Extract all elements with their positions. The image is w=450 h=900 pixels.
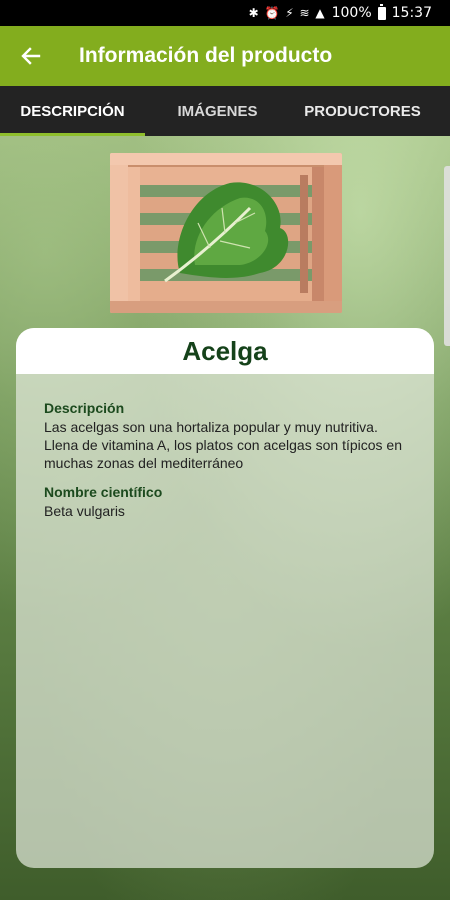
page-title: Información del producto xyxy=(79,44,333,67)
scientific-name-field: Nombre científico Beta vulgaris xyxy=(44,484,406,520)
field-label: Nombre científico xyxy=(44,484,163,500)
tab-imagenes[interactable]: IMÁGENES xyxy=(145,86,290,136)
field-label: Descripción xyxy=(44,400,125,416)
battery-icon xyxy=(377,3,386,20)
card-header: Acelga xyxy=(16,328,434,374)
tab-bar: DESCRIPCIÓN IMÁGENES PRODUCTORES xyxy=(0,86,450,136)
clock: 15:37 xyxy=(391,5,432,21)
field-value: Beta vulgaris xyxy=(44,503,125,519)
status-bar: ✱ ⏰ ⚡ ≋ ▲ 100% 15:37 xyxy=(0,0,450,26)
field-value: Las acelgas son una hortaliza popular y … xyxy=(44,419,402,471)
arrow-left-icon xyxy=(21,47,41,65)
tab-overflow[interactable] xyxy=(435,86,450,136)
back-button[interactable] xyxy=(0,26,62,86)
product-name: Acelga xyxy=(182,335,268,366)
status-icons: ✱ ⏰ ⚡ ≋ ▲ xyxy=(248,6,326,20)
card-body: Descripción Las acelgas son una hortaliz… xyxy=(16,374,434,520)
scrollbar-thumb[interactable] xyxy=(444,166,450,346)
battery-percent: 100% xyxy=(331,5,372,21)
product-card: Acelga Descripción Las acelgas son una h… xyxy=(16,328,434,868)
description-field: Descripción Las acelgas son una hortaliz… xyxy=(44,400,406,472)
product-image xyxy=(110,153,342,313)
tab-descripcion[interactable]: DESCRIPCIÓN xyxy=(0,86,145,136)
app-bar: Información del producto xyxy=(0,26,450,86)
tab-productores[interactable]: PRODUCTORES xyxy=(290,86,435,136)
